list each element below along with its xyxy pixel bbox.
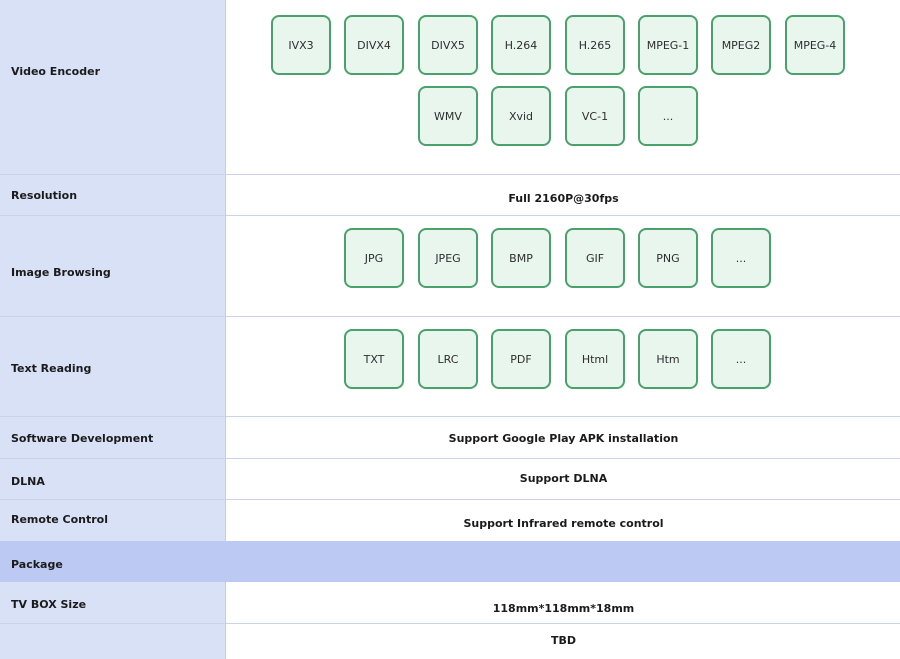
format-box: MPEG2 bbox=[711, 15, 771, 75]
row-label: Image Browsing bbox=[11, 266, 111, 279]
label-cell bbox=[0, 624, 226, 659]
label-cell: Remote Control bbox=[0, 500, 226, 541]
value-cell: Support DLNA bbox=[227, 459, 900, 499]
format-box: WMV bbox=[418, 86, 478, 146]
format-box: H.265 bbox=[565, 15, 625, 75]
value-cell: Support Infrared remote control bbox=[227, 500, 900, 541]
label-cell: Text Reading bbox=[0, 317, 226, 416]
section-header-package: Package bbox=[0, 541, 900, 582]
format-box: ... bbox=[638, 86, 698, 146]
row-remote-control: Remote Control Support Infrared remote c… bbox=[0, 500, 900, 541]
row-value: Support DLNA bbox=[519, 472, 608, 485]
row-value: Support Infrared remote control bbox=[463, 517, 664, 530]
format-box: TXT bbox=[344, 329, 404, 389]
section-header-label: Package bbox=[11, 558, 63, 571]
row-label: Text Reading bbox=[11, 362, 92, 375]
row-dlna: DLNA Support DLNA bbox=[0, 459, 900, 499]
row-video-encoder: Video Encoder IVX3 DIVX4 DIVX5 H.264 H.2… bbox=[0, 0, 900, 174]
format-box: Htm bbox=[638, 329, 698, 389]
format-box: PDF bbox=[491, 329, 551, 389]
format-box: GIF bbox=[565, 228, 625, 288]
row-label: Video Encoder bbox=[11, 65, 100, 78]
row-value: Full 2160P@30fps bbox=[508, 192, 619, 205]
row-resolution: Resolution Full 2160P@30fps bbox=[0, 175, 900, 215]
value-cell: IVX3 DIVX4 DIVX5 H.264 H.265 MPEG-1 MPEG… bbox=[227, 0, 900, 174]
label-cell: TV BOX Size bbox=[0, 582, 226, 623]
value-cell: Support Google Play APK installation bbox=[227, 417, 900, 458]
format-box: Html bbox=[565, 329, 625, 389]
format-box: JPEG bbox=[418, 228, 478, 288]
row-software-development: Software Development Support Google Play… bbox=[0, 417, 900, 458]
row-value: TBD bbox=[550, 634, 577, 647]
format-box: ... bbox=[711, 228, 771, 288]
row-value: Support Google Play APK installation bbox=[448, 432, 679, 445]
format-box: DIVX4 bbox=[344, 15, 404, 75]
row-label: DLNA bbox=[11, 475, 45, 488]
format-box: ... bbox=[711, 329, 771, 389]
format-box: LRC bbox=[418, 329, 478, 389]
value-cell: Full 2160P@30fps bbox=[227, 175, 900, 215]
format-box: VC-1 bbox=[565, 86, 625, 146]
row-label: Remote Control bbox=[11, 513, 108, 526]
value-cell: JPG JPEG BMP GIF PNG ... bbox=[227, 216, 900, 316]
format-box: Xvid bbox=[491, 86, 551, 146]
row-label: Resolution bbox=[11, 189, 78, 202]
label-cell: Resolution bbox=[0, 175, 226, 215]
label-cell: Software Development bbox=[0, 417, 226, 458]
row-tv-box-size: TV BOX Size 118mm*118mm*18mm bbox=[0, 582, 900, 623]
value-cell: TXT LRC PDF Html Htm ... bbox=[227, 317, 900, 416]
row-last: TBD bbox=[0, 624, 900, 659]
format-box: MPEG-1 bbox=[638, 15, 698, 75]
label-cell: Video Encoder bbox=[0, 0, 226, 174]
value-cell: 118mm*118mm*18mm bbox=[227, 582, 900, 623]
label-cell: Image Browsing bbox=[0, 216, 226, 316]
format-box: MPEG-4 bbox=[785, 15, 845, 75]
format-box: DIVX5 bbox=[418, 15, 478, 75]
format-box: BMP bbox=[491, 228, 551, 288]
label-cell: DLNA bbox=[0, 459, 226, 499]
row-label: TV BOX Size bbox=[11, 598, 87, 611]
row-value: 118mm*118mm*18mm bbox=[492, 602, 635, 615]
row-label: Software Development bbox=[11, 432, 154, 445]
value-cell: TBD bbox=[227, 624, 900, 659]
format-box: H.264 bbox=[491, 15, 551, 75]
format-box: IVX3 bbox=[271, 15, 331, 75]
row-text-reading: Text Reading TXT LRC PDF Html Htm ... bbox=[0, 317, 900, 416]
format-box: PNG bbox=[638, 228, 698, 288]
format-box: JPG bbox=[344, 228, 404, 288]
row-image-browsing: Image Browsing JPG JPEG BMP GIF PNG ... bbox=[0, 216, 900, 316]
